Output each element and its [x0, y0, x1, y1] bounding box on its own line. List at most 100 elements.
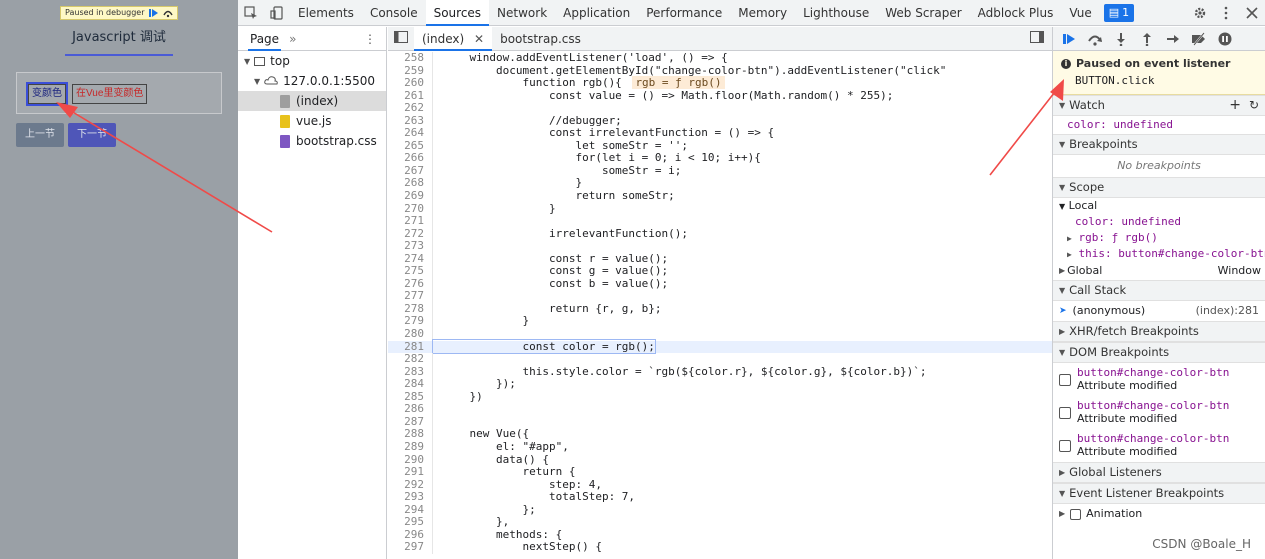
scope-global[interactable]: ▶ Global Window [1053, 262, 1265, 280]
line-number[interactable]: 286 [388, 403, 433, 416]
close-tab-icon[interactable]: ✕ [474, 32, 484, 46]
next-section-button[interactable]: 下一节 [68, 123, 116, 147]
line-number[interactable]: 295 [388, 516, 433, 529]
code-line[interactable]: 264 const irrelevantFunction = () => { [388, 127, 1052, 140]
scope-section-header[interactable]: ▼ Scope [1053, 177, 1265, 198]
line-number[interactable]: 280 [388, 327, 433, 341]
tree-item-file-bootstrap[interactable]: bootstrap.css [238, 131, 386, 151]
line-number[interactable]: 273 [388, 240, 433, 253]
tab-vue[interactable]: Vue [1061, 0, 1099, 26]
line-number[interactable]: 262 [388, 102, 433, 115]
code-line[interactable]: 273 [388, 240, 1052, 253]
global-listeners-section-header[interactable]: ▶ Global Listeners [1053, 462, 1265, 483]
event-category-animation[interactable]: ▶ Animation [1053, 504, 1265, 524]
settings-gear-icon[interactable] [1187, 0, 1213, 26]
close-devtools-icon[interactable] [1239, 0, 1265, 26]
code-line[interactable]: 285 }) [388, 390, 1052, 404]
code-line[interactable]: 282 [388, 353, 1052, 366]
tree-item-file-vue[interactable]: vue.js [238, 111, 386, 131]
code-line[interactable]: 260 function rgb(){ rgb = ƒ rgb() [388, 76, 1052, 90]
editor-tab-bootstrap[interactable]: bootstrap.css [492, 27, 589, 51]
dom-breakpoint-item[interactable]: button#change-color-btn Attribute modifie… [1053, 429, 1265, 462]
refresh-icon[interactable]: ↻ [1249, 95, 1259, 116]
line-number[interactable]: 284 [388, 378, 433, 391]
scope-var-this[interactable]: ▶ this: button#change-color-btn [1053, 246, 1265, 262]
tree-item-file-index[interactable]: (index) [238, 91, 386, 111]
step-into-icon[interactable] [1111, 29, 1131, 49]
tab-performance[interactable]: Performance [638, 0, 730, 26]
code-line[interactable]: 258 window.addEventListener('load', () =… [388, 52, 1052, 65]
tab-memory[interactable]: Memory [730, 0, 795, 26]
xhr-breakpoints-section-header[interactable]: ▶ XHR/fetch Breakpoints [1053, 321, 1265, 342]
line-number[interactable]: 291 [388, 465, 433, 479]
line-number[interactable]: 271 [388, 215, 433, 228]
source-code[interactable]: 258 window.addEventListener('load', () =… [388, 52, 1052, 559]
step-out-icon[interactable] [1137, 29, 1157, 49]
toggle-navigator-icon[interactable] [394, 31, 408, 46]
code-line[interactable]: 286 [388, 403, 1052, 416]
deactivate-breakpoints-icon[interactable] [1189, 29, 1209, 49]
line-number[interactable]: 289 [388, 440, 433, 454]
step-over-icon[interactable] [1085, 29, 1105, 49]
code-line[interactable]: 270 } [388, 202, 1052, 216]
code-line[interactable]: 272 irrelevantFunction(); [388, 227, 1052, 241]
code-line[interactable]: 276 const b = value(); [388, 277, 1052, 291]
tab-adblock-plus[interactable]: Adblock Plus [970, 0, 1062, 26]
code-line[interactable]: 291 return { [388, 465, 1052, 479]
editor-tab-index[interactable]: (index) ✕ [414, 26, 493, 51]
tab-network[interactable]: Network [489, 0, 555, 26]
call-frame[interactable]: ➤ (anonymous) (index):281 [1053, 301, 1265, 321]
tab-web-scraper[interactable]: Web Scraper [877, 0, 969, 26]
code-line[interactable]: 275 const g = value(); [388, 265, 1052, 278]
step-icon[interactable] [1163, 29, 1183, 49]
code-line[interactable]: 269 return someStr; [388, 189, 1052, 203]
code-line[interactable]: 289 el: "#app", [388, 440, 1052, 454]
code-line[interactable]: 284 }); [388, 377, 1052, 391]
animation-checkbox[interactable] [1070, 508, 1082, 520]
code-line[interactable]: 293 totalStep: 7, [388, 490, 1052, 504]
dom-breakpoint-checkbox[interactable] [1059, 440, 1071, 452]
issues-badge[interactable]: ▤ 1 [1103, 3, 1135, 22]
more-tabs-chevron-icon[interactable]: » [289, 32, 296, 46]
line-number[interactable]: 282 [388, 353, 433, 366]
prev-section-button[interactable]: 上一节 [16, 123, 64, 147]
code-line[interactable]: 295 }, [388, 515, 1052, 529]
tab-sources[interactable]: Sources [425, 0, 490, 26]
inspect-element-icon[interactable] [238, 0, 264, 26]
tree-item-host[interactable]: ▼ 127.0.0.1:5500 [238, 71, 386, 91]
watch-section-header[interactable]: ▼ Watch + ↻ [1053, 95, 1265, 116]
tree-item-top[interactable]: ▼ top [238, 51, 386, 71]
navigator-menu-icon[interactable]: ⋮ [364, 32, 376, 46]
resume-icon[interactable] [148, 8, 159, 18]
step-over-icon[interactable] [162, 8, 173, 18]
scope-local[interactable]: ▼ Local [1053, 198, 1265, 214]
add-watch-icon[interactable]: + [1229, 95, 1241, 116]
code-line[interactable]: 262 [388, 102, 1052, 115]
change-color-button[interactable]: 变颜色 [26, 82, 68, 106]
tab-lighthouse[interactable]: Lighthouse [795, 0, 877, 26]
code-line[interactable]: 261 const value = () => Math.floor(Math.… [388, 89, 1052, 103]
event-listener-breakpoints-section-header[interactable]: ▼ Event Listener Breakpoints [1053, 483, 1265, 504]
tab-console[interactable]: Console [362, 0, 426, 26]
line-number[interactable]: 293 [388, 491, 433, 504]
code-line[interactable]: 279 } [388, 315, 1052, 329]
line-number[interactable]: 264 [388, 127, 433, 140]
scope-var-rgb[interactable]: ▶ rgb: ƒ rgb() [1053, 230, 1265, 246]
breakpoints-section-header[interactable]: ▼ Breakpoints [1053, 134, 1265, 155]
dom-breakpoint-checkbox[interactable] [1059, 374, 1071, 386]
scope-var-color[interactable]: color: undefined [1053, 214, 1265, 230]
dom-breakpoint-checkbox[interactable] [1059, 407, 1071, 419]
code-line[interactable]: 297 nextStep() { [388, 541, 1052, 554]
line-number[interactable]: 297 [388, 541, 433, 554]
pause-on-exceptions-icon[interactable] [1215, 29, 1235, 49]
dom-breakpoint-item[interactable]: button#change-color-btn Attribute modifie… [1053, 363, 1265, 396]
line-number[interactable]: 258 [388, 52, 433, 65]
resume-script-icon[interactable] [1059, 29, 1079, 49]
watch-expression[interactable]: color: undefined [1053, 116, 1265, 134]
line-number[interactable]: 260 [388, 77, 433, 90]
line-number[interactable]: 275 [388, 265, 433, 278]
dom-breakpoints-section-header[interactable]: ▼ DOM Breakpoints [1053, 342, 1265, 363]
toggle-debugger-icon[interactable] [1030, 31, 1044, 46]
call-stack-section-header[interactable]: ▼ Call Stack [1053, 280, 1265, 301]
dom-breakpoint-item[interactable]: button#change-color-btn Attribute modifie… [1053, 396, 1265, 429]
